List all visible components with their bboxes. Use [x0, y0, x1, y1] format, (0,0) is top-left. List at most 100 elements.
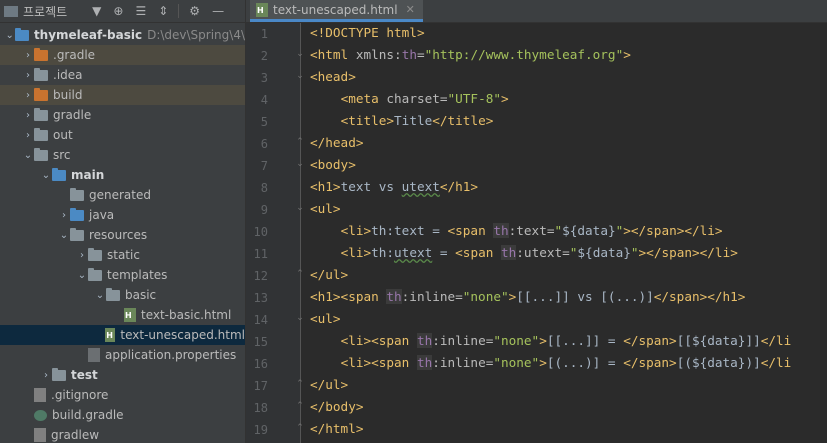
code-line: </ul>	[310, 267, 349, 282]
folder-icon	[34, 147, 48, 161]
minimize-icon[interactable]: —	[212, 4, 224, 18]
tree-item-generated[interactable]: generated	[0, 185, 245, 205]
folder-icon	[15, 27, 29, 41]
line-number: 18	[253, 401, 268, 415]
tree-item-text-unescaped-html[interactable]: text-unescaped.html	[0, 325, 245, 345]
chevron-right-icon[interactable]: ›	[22, 70, 34, 81]
tree-item-label: out	[53, 128, 73, 142]
close-icon[interactable]: ✕	[406, 3, 415, 16]
tree-item-gradle[interactable]: › .gradle	[0, 45, 245, 65]
code-line: </head>	[310, 135, 364, 150]
code-line: </ul>	[310, 377, 349, 392]
tree-item-gradle[interactable]: › gradle	[0, 105, 245, 125]
folder-icon	[52, 367, 66, 381]
file-plain-icon	[34, 388, 46, 402]
fold-marker-icon[interactable]: ⌃	[296, 379, 304, 389]
tree-item-label: main	[71, 168, 105, 182]
fold-marker-icon[interactable]: ⌄	[296, 313, 304, 323]
tree-item-resources[interactable]: ⌄ resources	[0, 225, 245, 245]
chevron-right-icon[interactable]: ›	[40, 370, 52, 381]
tree-item-build-gradle[interactable]: build.gradle	[0, 405, 245, 425]
line-number: 7	[260, 159, 268, 173]
chevron-down-icon[interactable]: ⌄	[40, 170, 52, 181]
tab-label: text-unescaped.html	[273, 2, 398, 17]
chevron-down-icon[interactable]: ⌄	[58, 230, 70, 241]
tree-item-label: test	[71, 368, 98, 382]
tree-item-label: text-basic.html	[141, 308, 232, 322]
tree-item-label: .gradle	[53, 48, 96, 62]
folder-icon	[34, 107, 48, 121]
tree-item-out[interactable]: › out	[0, 125, 245, 145]
line-number: 16	[253, 357, 268, 371]
fold-marker-icon[interactable]: ⌃	[296, 401, 304, 411]
chevron-down-icon[interactable]: ⌄	[22, 150, 34, 161]
tree-item-basic[interactable]: ⌄ basic	[0, 285, 245, 305]
fold-marker-icon[interactable]: ⌄	[296, 159, 304, 169]
tree-item-main[interactable]: ⌄ main	[0, 165, 245, 185]
tree-item-text-basic-html[interactable]: text-basic.html	[0, 305, 245, 325]
tree-item-gitignore[interactable]: .gitignore	[0, 385, 245, 405]
tree-item-build[interactable]: › build	[0, 85, 245, 105]
folder-icon	[88, 267, 102, 281]
gear-icon[interactable]: ⚙	[189, 4, 200, 18]
tree-item-label: java	[89, 208, 115, 222]
chevron-down-icon[interactable]: ⌄	[94, 290, 106, 301]
tree-item-templates[interactable]: ⌄ templates	[0, 265, 245, 285]
tree-item-thymeleaf-basic[interactable]: ⌄ thymeleaf-basic D:\dev\Spring\4\	[0, 25, 245, 45]
tree-item-application-properties[interactable]: application.properties	[0, 345, 245, 365]
line-gutter: 1 2 ⌄ 3 ⌄ 4 5 6 ⌃ 7 ⌄ 8 9 ⌄ 10 11 12 ⌃ 13 14 ⌄ 15 16 17 ⌃ 18 ⌃ 19 ⌃	[246, 23, 304, 443]
line-number: 10	[253, 225, 268, 239]
chevron-right-icon[interactable]: ›	[76, 250, 88, 261]
chevron-right-icon[interactable]: ›	[22, 50, 34, 61]
line-number: 8	[260, 181, 268, 195]
chevron-right-icon[interactable]: ›	[22, 130, 34, 141]
collapse-all-icon[interactable]: ⇕	[158, 4, 168, 18]
fold-marker-icon[interactable]: ⌃	[296, 137, 304, 147]
folder-icon	[70, 207, 84, 221]
tree-item-label: build.gradle	[52, 408, 124, 422]
fold-marker-icon[interactable]: ⌄	[296, 203, 304, 213]
tree-item-static[interactable]: › static	[0, 245, 245, 265]
fold-marker-icon[interactable]: ⌄	[296, 49, 304, 59]
code-line: <html xmlns:th="http://www.thymeleaf.org…	[310, 47, 631, 62]
tree-item-label: thymeleaf-basic	[33, 28, 143, 42]
tree-item-label: application.properties	[105, 348, 237, 362]
tree-item-test[interactable]: › test	[0, 365, 245, 385]
line-number: 9	[260, 203, 268, 217]
chevron-right-icon[interactable]: ›	[58, 210, 70, 221]
line-number: 13	[253, 291, 268, 305]
tree-item-label: src	[53, 148, 71, 162]
fold-marker-icon[interactable]: ⌄	[296, 71, 304, 81]
tree-item-label: gradlew	[51, 428, 100, 442]
expand-all-icon[interactable]: ☰	[135, 4, 146, 18]
line-number: 4	[260, 93, 268, 107]
file-html-icon	[105, 328, 116, 342]
folder-icon	[34, 67, 48, 81]
tree-item-label: build	[53, 88, 83, 102]
line-number: 2	[260, 49, 268, 63]
tree-item-java[interactable]: › java	[0, 205, 245, 225]
chevron-down-icon[interactable]: ▼	[92, 4, 101, 18]
code-line: <li><span th:inline="none">[(...)] = </s…	[340, 355, 792, 370]
folder-icon	[34, 47, 48, 61]
tree-item-label: templates	[107, 268, 168, 282]
chevron-right-icon[interactable]: ›	[22, 110, 34, 121]
chevron-down-icon[interactable]: ⌄	[4, 30, 16, 41]
code-line: <!DOCTYPE html>	[310, 25, 425, 40]
locate-icon[interactable]: ⊕	[113, 4, 123, 18]
tree-item-label: resources	[89, 228, 148, 242]
fold-marker-icon[interactable]: ⌃	[296, 423, 304, 433]
tree-item-src[interactable]: ⌄ src	[0, 145, 245, 165]
tab-text-unescaped[interactable]: text-unescaped.html ✕	[250, 0, 423, 22]
chevron-right-icon[interactable]: ›	[22, 90, 34, 101]
code-editor[interactable]: 1 2 ⌄ 3 ⌄ 4 5 6 ⌃ 7 ⌄ 8 9 ⌄ 10 11 12 ⌃ 13 14 ⌄ 15 16 17 ⌃ 18 ⌃ 19 ⌃ …	[246, 23, 827, 443]
code-line: <h1>text vs utext</h1>	[310, 179, 479, 194]
tree-item-idea[interactable]: › .idea	[0, 65, 245, 85]
line-number: 3	[260, 71, 268, 85]
file-plain-icon	[34, 428, 46, 442]
fold-marker-icon[interactable]: ⌃	[296, 269, 304, 279]
project-view-selector[interactable]: 프로젝트 ▼	[4, 3, 101, 20]
tree-item-gradlew[interactable]: gradlew	[0, 425, 245, 443]
chevron-down-icon[interactable]: ⌄	[76, 270, 88, 281]
line-number: 17	[253, 379, 268, 393]
